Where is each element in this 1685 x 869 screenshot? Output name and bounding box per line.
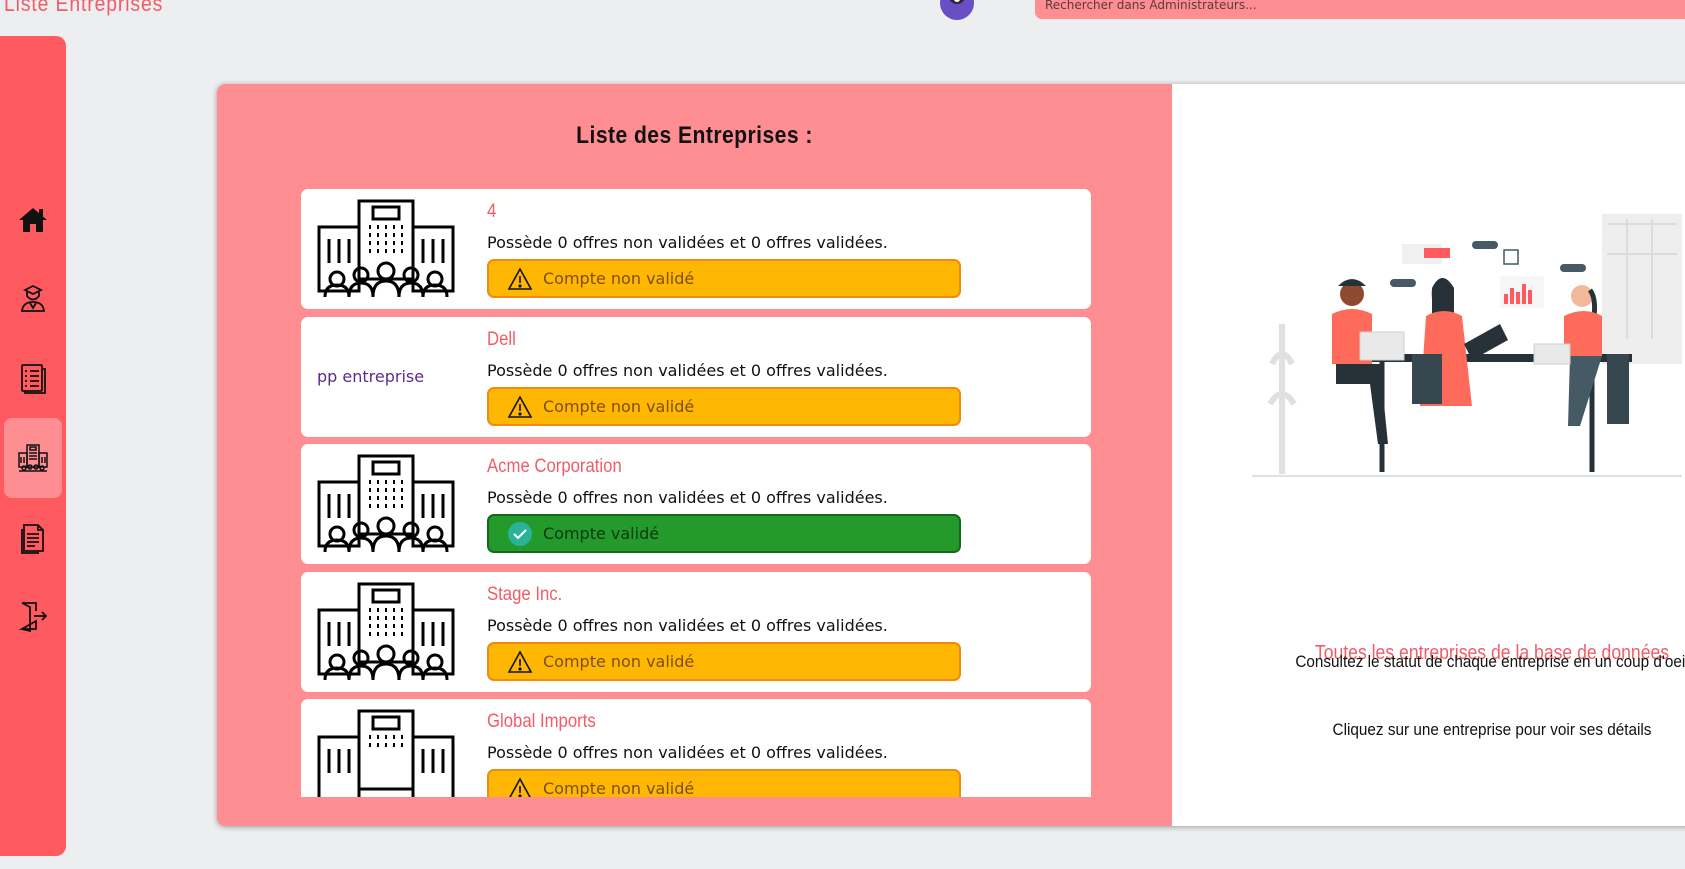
warning-icon (507, 266, 533, 290)
company-card[interactable]: 4 Possède 0 offres non validées et 0 off… (301, 189, 1091, 309)
offers-list-icon (21, 364, 46, 394)
company-name: Stage Inc. (487, 584, 563, 605)
company-name: Global Imports (487, 711, 596, 732)
company-name: 4 (487, 201, 497, 222)
company-logo-alt: pp entreprise (317, 367, 425, 386)
main-card: Liste des Entreprises : 4 Possède 0 offr… (217, 84, 1685, 826)
company-name: Acme Corporation (487, 456, 622, 477)
company-card[interactable]: Acme Corporation Possède 0 offres non va… (301, 444, 1091, 564)
companies-icon (18, 444, 48, 472)
status-label: Compte non validé (543, 269, 695, 288)
company-card[interactable]: Stage Inc. Possède 0 offres non validées… (301, 572, 1091, 692)
status-badge: Compte non validé (487, 769, 961, 797)
company-list-panel: Liste des Entreprises : 4 Possède 0 offr… (217, 84, 1172, 826)
company-description: Possède 0 offres non validées et 0 offre… (487, 616, 888, 635)
building-icon (317, 199, 455, 298)
warning-icon (507, 394, 533, 418)
status-badge: Compte non validé (487, 259, 961, 298)
status-label: Compte validé (543, 524, 660, 543)
logout-icon (18, 602, 48, 633)
company-description: Possède 0 offres non validées et 0 offre… (487, 233, 888, 252)
page-title: Liste Entreprises (4, 0, 164, 16)
company-list[interactable]: 4 Possède 0 offres non validées et 0 off… (301, 189, 1091, 797)
status-label: Compte non validé (543, 652, 695, 671)
info-line-2: Cliquez sur une entreprise pour voir ses… (1332, 720, 1652, 739)
list-title: Liste des Entreprises : (576, 122, 813, 149)
warning-icon (507, 649, 533, 673)
search-input[interactable]: Rechercher dans Administrateurs... (1035, 0, 1685, 19)
status-label: Compte non validé (543, 397, 695, 416)
documents-icon (21, 524, 44, 554)
info-line-1: Consultez le statut de chaque entreprise… (1295, 652, 1685, 671)
status-badge: Compte non validé (487, 387, 961, 426)
sidebar-item-documents[interactable] (4, 498, 62, 578)
sidebar-item-logout[interactable] (4, 576, 62, 656)
company-card[interactable]: pp entreprise Dell Possède 0 offres non … (301, 317, 1091, 437)
building-icon (317, 709, 455, 797)
company-description: Possède 0 offres non validées et 0 offre… (487, 488, 888, 507)
user-avatar[interactable] (940, 0, 974, 20)
company-description: Possède 0 offres non validées et 0 offre… (487, 361, 888, 380)
student-icon (20, 284, 46, 312)
sidebar-item-students[interactable] (4, 258, 62, 338)
team-meeting-illustration (1252, 214, 1682, 477)
company-description: Possède 0 offres non validées et 0 offre… (487, 743, 888, 762)
check-circle-icon (508, 521, 532, 546)
status-label: Compte non validé (543, 779, 695, 797)
sidebar-item-companies[interactable] (4, 418, 62, 498)
home-icon (19, 208, 47, 232)
building-icon (317, 582, 455, 681)
company-name: Dell (487, 329, 516, 350)
status-badge: Compte validé (487, 514, 961, 553)
sidebar-item-offers[interactable] (4, 338, 62, 418)
sidebar-item-home[interactable] (4, 180, 62, 260)
sidebar (0, 36, 66, 856)
company-card[interactable]: Global Imports Possède 0 offres non vali… (301, 699, 1091, 797)
status-badge: Compte non validé (487, 642, 961, 681)
building-icon (317, 454, 455, 553)
info-panel: Toutes les entreprises de la base de don… (1172, 84, 1685, 826)
warning-icon (508, 776, 532, 797)
